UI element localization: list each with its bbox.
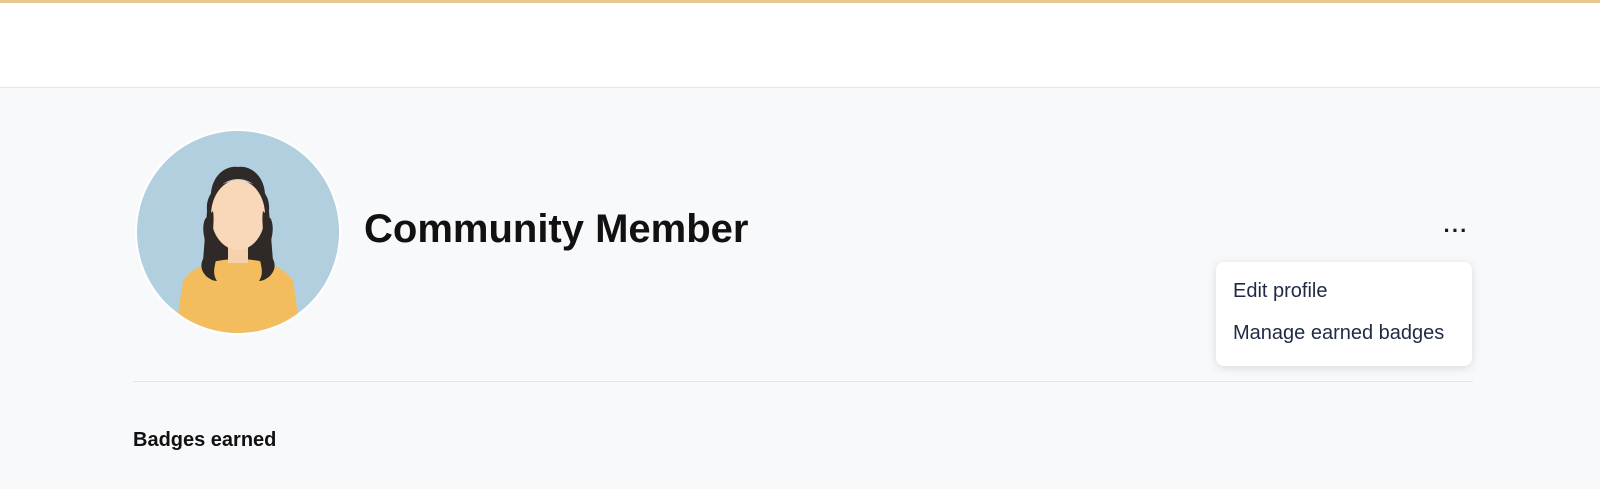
badges-earned-heading: Badges earned (133, 429, 277, 451)
more-options-button[interactable]: ··· (1436, 216, 1476, 246)
profile-area: Community Member ··· Edit profile Manage… (0, 88, 1600, 489)
profile-name: Community Member (364, 207, 749, 251)
avatar (137, 131, 339, 333)
menu-item-manage-earned-badges[interactable]: Manage earned badges (1216, 312, 1472, 354)
user-avatar-icon (137, 131, 339, 333)
more-horizontal-icon: ··· (1443, 218, 1469, 243)
menu-item-edit-profile[interactable]: Edit profile (1216, 270, 1472, 312)
profile-options-menu: Edit profile Manage earned badges (1216, 262, 1472, 366)
header-bar (0, 3, 1600, 88)
section-divider (133, 381, 1473, 382)
